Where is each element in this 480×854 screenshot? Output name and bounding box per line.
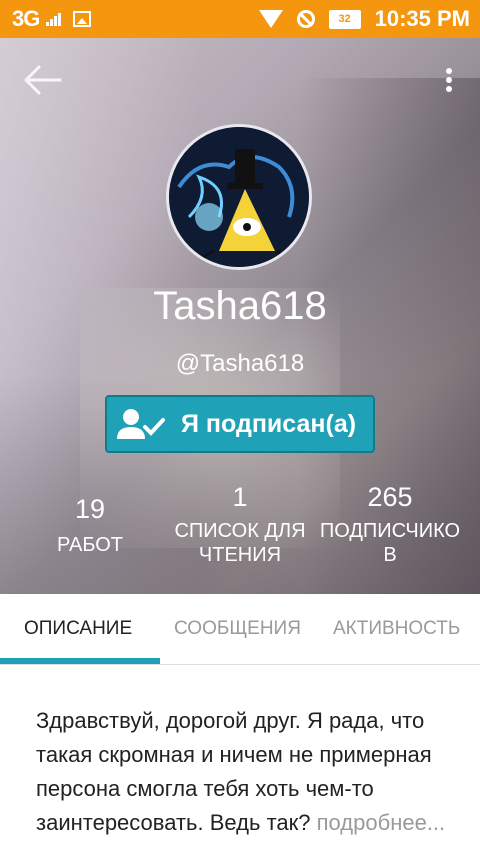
following-button-label: Я подписан(а) xyxy=(181,410,357,438)
stat-value: 1 xyxy=(232,482,248,512)
status-right: 32 10:35 PM xyxy=(258,0,470,38)
stat-label: СПИСОК ДЛЯ xyxy=(174,520,306,542)
more-vert-icon[interactable] xyxy=(444,68,454,98)
stat-reading-lists[interactable]: 1 СПИСОК ДЛЯ ЧТЕНИЯ xyxy=(165,482,315,567)
network-type: 3G xyxy=(12,6,40,31)
back-button[interactable] xyxy=(22,64,62,96)
stat-value: 265 xyxy=(367,482,413,512)
profile-header: Tasha618 @Tasha618 Я подписан(а) 19 РАБО… xyxy=(0,38,480,594)
user-handle: @Tasha618 xyxy=(175,350,305,377)
stat-works[interactable]: 19 РАБОТ xyxy=(40,494,140,557)
status-bar: 3G 32 10:35 PM xyxy=(0,0,480,38)
image-icon xyxy=(73,11,92,27)
battery-icon: 32 xyxy=(328,9,361,29)
username: Tasha618 xyxy=(153,284,327,328)
stat-label: РАБОТ xyxy=(56,534,123,556)
profile-tabs: ОПИСАНИЕ СООБЩЕНИЯ АКТИВНОСТЬ xyxy=(0,594,480,665)
following-button[interactable]: Я подписан(а) xyxy=(105,395,375,453)
signal-icon xyxy=(46,12,62,26)
stat-label: В xyxy=(383,544,397,566)
tab-activity[interactable]: АКТИВНОСТЬ xyxy=(333,594,460,664)
tab-description[interactable]: ОПИСАНИЕ xyxy=(24,594,132,664)
clock: 10:35 PM xyxy=(374,6,470,31)
back-arrow-icon xyxy=(24,65,62,95)
read-more-link[interactable]: подробнее... xyxy=(317,810,446,835)
block-icon xyxy=(296,10,315,28)
active-tab-indicator xyxy=(0,658,160,664)
status-left: 3G xyxy=(12,0,92,38)
wifi-icon xyxy=(258,10,283,28)
stat-value: 19 xyxy=(74,494,106,524)
user-check-icon xyxy=(117,409,165,439)
stat-label: ЧТЕНИЯ xyxy=(198,544,282,566)
stat-followers[interactable]: 265 ПОДПИСЧИКО В xyxy=(310,482,470,567)
stat-label: ПОДПИСЧИКО xyxy=(319,520,461,542)
profile-description: Здравствуй, дорогой друг. Я рада, что та… xyxy=(36,704,456,840)
tab-messages[interactable]: СООБЩЕНИЯ xyxy=(174,594,301,664)
avatar xyxy=(166,124,312,270)
